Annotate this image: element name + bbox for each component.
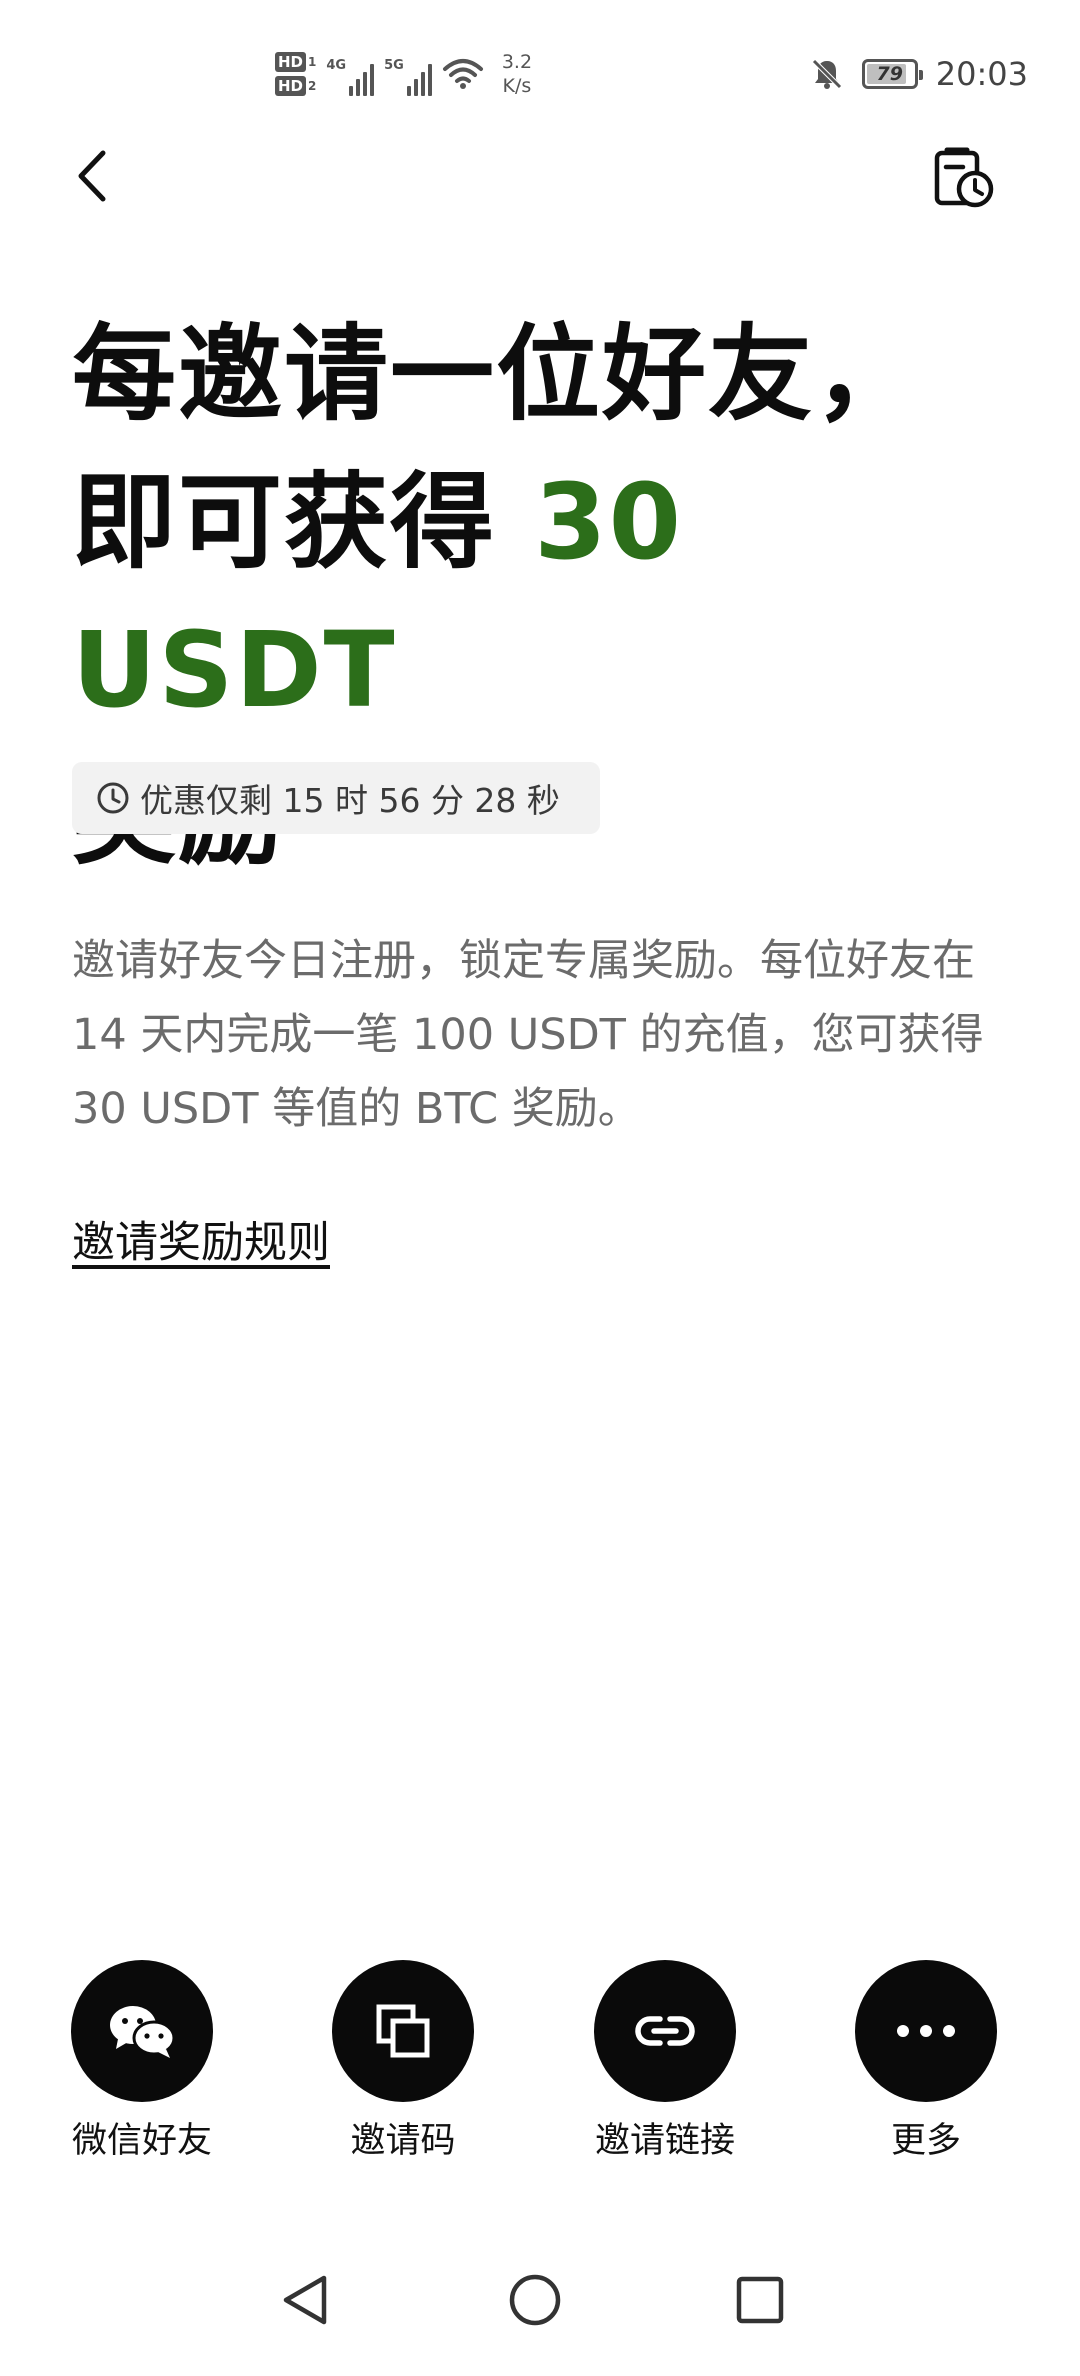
share-more-circle[interactable] [855, 1960, 997, 2102]
sim1-hd-badge: HD [275, 52, 307, 72]
sim2-index: 2 [308, 79, 317, 93]
network-speed: 3.2 K/s [502, 50, 532, 98]
history-button[interactable] [930, 144, 998, 212]
nav-back-button[interactable] [270, 2265, 340, 2335]
share-wechat-label: 微信好友 [71, 2121, 212, 2161]
system-nav-bar [0, 2240, 1080, 2350]
clock: 20:03 [935, 55, 1028, 93]
signal-bars-icon [349, 62, 375, 96]
sim2-hd-badge: HD [275, 76, 307, 96]
countdown-text: 优惠仅剩 15 时 56 分 28 秒 [140, 781, 560, 820]
rules-link[interactable]: 邀请奖励规则 [72, 1208, 330, 1270]
chevron-left-icon [78, 150, 106, 202]
nav-recents-button[interactable] [725, 2265, 795, 2335]
nav-home-button[interactable] [500, 2265, 570, 2335]
share-wechat-circle[interactable] [71, 1960, 213, 2102]
share-more-label: 更多 [890, 2121, 961, 2161]
promo-description: 邀请好友今日注册，锁定专属奖励。每位好友在 14 天内完成一笔 100 USDT… [72, 936, 984, 1134]
sim1-indicator: HD 1 [275, 52, 316, 72]
battery-icon: 79 [861, 59, 923, 89]
signal-5g: 5G [384, 52, 432, 96]
back-button[interactable] [62, 140, 122, 212]
share-wechat-button[interactable]: 微信好友 [22, 1960, 262, 2163]
bell-muted-icon [812, 59, 842, 89]
wechat-icon [110, 2006, 176, 2058]
speed-value: 3.2 [501, 51, 533, 73]
headline-line-1: 每邀请一位好友， [72, 313, 921, 435]
link-icon [635, 2016, 695, 2046]
nav-recents-square-icon [736, 2276, 784, 2324]
share-code-button[interactable]: 邀请码 [283, 1960, 523, 2163]
share-link-label: 邀请链接 [594, 2121, 735, 2161]
sim1-index: 1 [308, 55, 317, 69]
net2-type: 5G [384, 58, 404, 73]
share-code-label: 邀请码 [350, 2121, 456, 2161]
status-bar-right: 79 20:03 [810, 52, 1028, 96]
status-bar-left: HD 1 HD 2 4G 5G 3.2 K/s [275, 42, 532, 106]
status-bar: HD 1 HD 2 4G 5G 3.2 K/s 79 20:03 [0, 0, 1080, 130]
clock-icon [97, 782, 129, 814]
share-code-circle[interactable] [332, 1960, 474, 2102]
sim-indicators: HD 1 HD 2 [275, 52, 316, 96]
copy-icon [376, 2004, 430, 2058]
share-link-circle[interactable] [594, 1960, 736, 2102]
share-more-button[interactable]: 更多 [806, 1960, 1046, 2163]
net1-type: 4G [326, 58, 347, 73]
headline-line-2: 即可获得 30 USDT [72, 448, 1032, 744]
nav-back-triangle-icon [283, 2275, 327, 2325]
sim2-indicator: HD 2 [275, 76, 316, 96]
history-clock-icon [934, 147, 994, 208]
headline-prefix: 即可获得 [72, 461, 535, 583]
nav-home-circle-icon [509, 2274, 561, 2326]
more-dots-icon [897, 2025, 955, 2037]
speed-unit: K/s [502, 75, 532, 97]
signal-bars-icon [406, 62, 432, 96]
share-actions: 微信好友 邀请码 邀请链接 更多 [0, 1960, 1080, 2180]
countdown-chip: 优惠仅剩 15 时 56 分 28 秒 [72, 762, 600, 834]
share-link-button[interactable]: 邀请链接 [545, 1960, 785, 2163]
battery-level: 79 [876, 63, 903, 85]
screen: HD 1 HD 2 4G 5G 3.2 K/s 79 20:03 每邀请一位好友… [0, 0, 1080, 2376]
wifi-icon [442, 59, 483, 89]
signal-4g: 4G [326, 52, 375, 96]
